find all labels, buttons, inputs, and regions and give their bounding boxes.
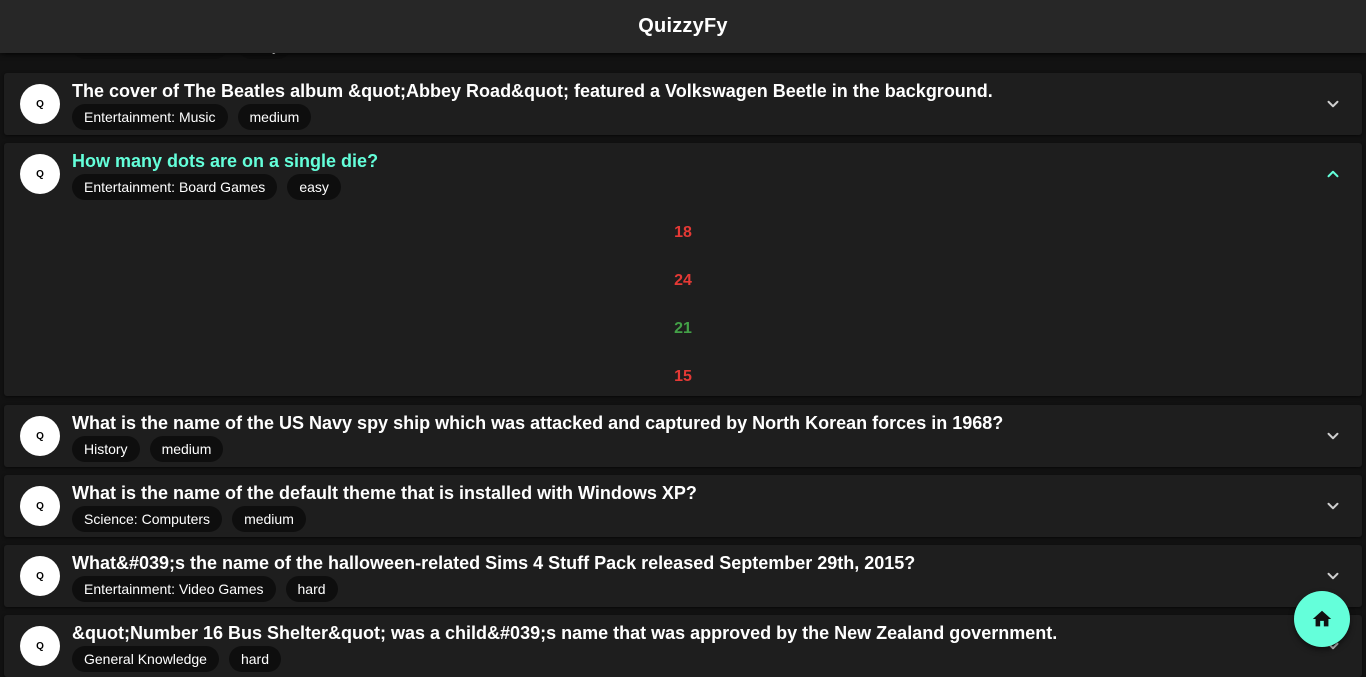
answer-option-correct[interactable]: 21 — [4, 305, 1362, 353]
question-card[interactable]: Q What is the name of the default theme … — [4, 475, 1362, 537]
avatar: Q — [20, 154, 60, 194]
difficulty-chip: easy — [287, 174, 341, 200]
category-chip: History — [72, 436, 140, 462]
avatar: Q — [20, 84, 60, 124]
category-chip: General Knowledge — [72, 646, 219, 672]
question-card[interactable]: Q What is the name of the US Navy spy sh… — [4, 405, 1362, 467]
avatar: Q — [20, 486, 60, 526]
difficulty-chip: medium — [232, 506, 306, 532]
chevron-down-icon[interactable] — [1324, 497, 1342, 515]
question-card[interactable]: Q The cover of The Beatles album &quot;A… — [4, 73, 1362, 135]
question-text: What is the name of the US Navy spy ship… — [72, 413, 1004, 433]
answer-option[interactable]: 18 — [4, 209, 1362, 257]
difficulty-chip: hard — [285, 576, 338, 602]
category-chip: Entertainment: Board Games — [72, 174, 278, 200]
answer-list: 18 24 21 15 — [4, 209, 1362, 401]
question-text: How many dots are on a single die? — [72, 151, 379, 171]
chevron-down-icon[interactable] — [1324, 95, 1342, 113]
chevron-down-icon[interactable] — [1324, 427, 1342, 445]
avatar: Q — [20, 416, 60, 456]
question-card[interactable]: Q What&#039;s the name of the halloween-… — [4, 545, 1362, 607]
question-card[interactable]: Q &quot;Number 16 Bus Shelter&quot; was … — [4, 615, 1362, 677]
question-text: What&#039;s the name of the halloween-re… — [72, 553, 916, 573]
avatar: Q — [20, 556, 60, 596]
chevron-down-icon[interactable] — [1324, 567, 1342, 585]
question-card[interactable]: Q How many dots are on a single die? Ent… — [4, 143, 1362, 396]
difficulty-chip: medium — [237, 104, 312, 130]
app-title: QuizzyFy — [638, 15, 728, 37]
question-list: Entertainment: Music easy Q The cover of… — [0, 0, 1366, 677]
home-icon — [1312, 610, 1332, 627]
difficulty-chip: hard — [228, 646, 282, 672]
chevron-up-icon[interactable] — [1324, 165, 1342, 183]
difficulty-chip: medium — [149, 436, 224, 462]
question-text: The cover of The Beatles album &quot;Abb… — [72, 81, 993, 101]
category-chip: Science: Computers — [72, 506, 223, 532]
answer-option[interactable]: 15 — [4, 353, 1362, 401]
home-button[interactable] — [1294, 591, 1350, 647]
category-chip: Entertainment: Music — [72, 104, 228, 130]
answer-option[interactable]: 24 — [4, 257, 1362, 305]
app-bar: QuizzyFy — [0, 0, 1366, 53]
question-text: What is the name of the default theme th… — [72, 483, 697, 503]
category-chip: Entertainment: Video Games — [72, 576, 276, 602]
question-text: &quot;Number 16 Bus Shelter&quot; was a … — [72, 623, 1058, 643]
avatar: Q — [20, 626, 60, 666]
